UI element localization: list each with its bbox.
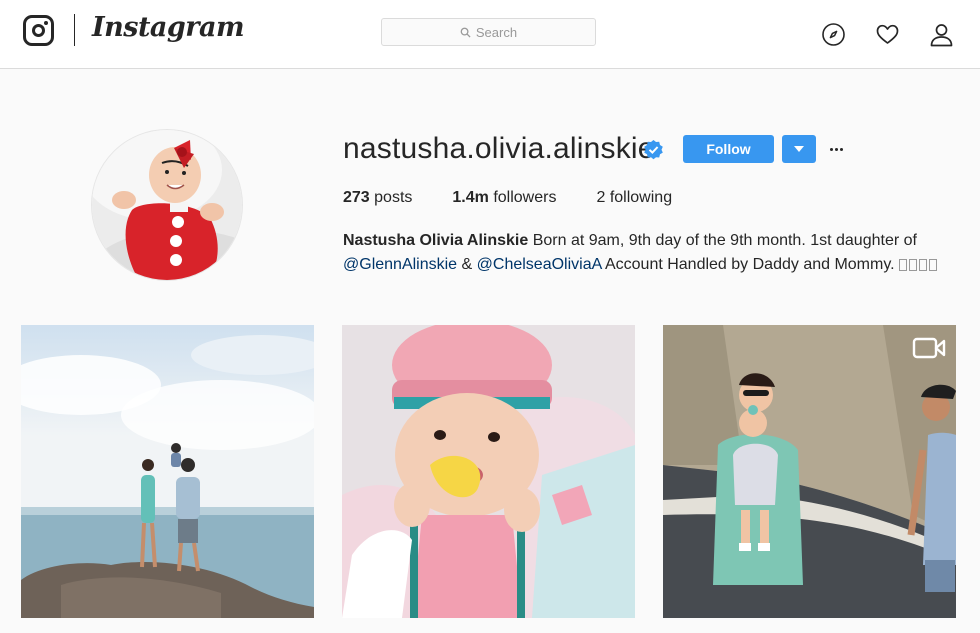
stat-following-label: following xyxy=(609,189,673,206)
stat-followers-label: followers xyxy=(493,189,557,206)
instagram-wordmark[interactable]: Instagram xyxy=(92,12,245,43)
mention-link-chelsea[interactable]: @ChelseaOliviaA xyxy=(477,256,602,273)
profile-person-icon[interactable] xyxy=(929,22,954,47)
bio-text-2: Account Handled by Daddy and Mommy. xyxy=(604,256,895,273)
explore-compass-icon[interactable] xyxy=(821,22,846,47)
caret-down-icon xyxy=(794,146,804,152)
post-tile-3[interactable] xyxy=(663,325,956,618)
profile-bio: Nastusha Olivia Alinskie Born at 9am, 9t… xyxy=(343,229,943,277)
suggested-dropdown-button[interactable] xyxy=(782,135,816,163)
profile-stats: 273 posts 1.4m followers 2 following xyxy=(343,189,712,207)
instagram-glyph-icon[interactable] xyxy=(23,15,54,46)
stat-followers[interactable]: 1.4m followers xyxy=(452,189,556,207)
bio-and: & xyxy=(461,256,473,273)
search-input[interactable]: Search xyxy=(381,18,596,46)
verified-badge-icon xyxy=(643,139,664,160)
stat-following-count: 2 xyxy=(596,189,606,206)
follow-button[interactable]: Follow xyxy=(683,135,774,163)
profile-avatar[interactable] xyxy=(91,129,243,281)
video-camera-icon xyxy=(912,337,946,359)
emoji-placeholder-icon xyxy=(899,256,939,273)
logo-divider xyxy=(74,14,75,46)
search-placeholder: Search xyxy=(475,24,518,40)
heart-icon[interactable] xyxy=(875,22,900,47)
mention-link-glenn[interactable]: @GlennAlinskie xyxy=(343,256,457,273)
post-tile-2[interactable] xyxy=(342,325,635,618)
search-icon xyxy=(460,27,471,38)
profile-username: nastusha.olivia.alinskie xyxy=(343,132,655,165)
stat-following[interactable]: 2 following xyxy=(596,189,672,207)
stat-followers-count: 1.4m xyxy=(452,189,489,206)
stat-posts-label: posts xyxy=(374,189,413,206)
post-tile-1[interactable] xyxy=(21,325,314,618)
stat-posts: 273 posts xyxy=(343,189,412,207)
stat-posts-count: 273 xyxy=(343,189,370,206)
bio-text-1: Born at 9am, 9th day of the 9th month. 1… xyxy=(532,232,917,249)
top-navigation-bar: Instagram Search xyxy=(0,0,980,69)
more-options-icon[interactable] xyxy=(826,137,846,161)
profile-full-name: Nastusha Olivia Alinskie xyxy=(343,232,529,249)
